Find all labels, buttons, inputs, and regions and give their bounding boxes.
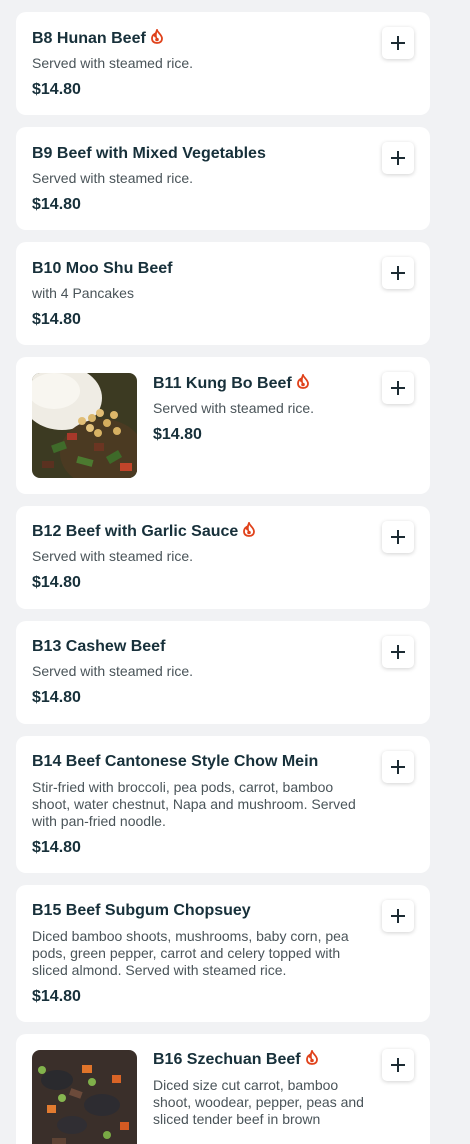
item-name: B13 Cashew Beef (32, 638, 166, 655)
menu-item-card[interactable]: B12 Beef with Garlic Sauce Served with s… (16, 506, 430, 609)
dish-photo (32, 1050, 137, 1144)
add-item-button[interactable] (382, 27, 414, 59)
plus-icon (391, 909, 405, 923)
item-price: $14.80 (32, 81, 81, 98)
add-item-button[interactable] (382, 751, 414, 783)
item-name: B16 Szechuan Beef (153, 1050, 318, 1070)
plus-icon (391, 530, 405, 544)
menu-item-card[interactable]: B14 Beef Cantonese Style Chow Mein Stir-… (16, 736, 430, 873)
menu-item-card[interactable]: B15 Beef Subgum Chopsuey Diced bamboo sh… (16, 885, 430, 1022)
item-description: with 4 Pancakes (32, 285, 134, 301)
plus-icon (391, 266, 405, 280)
plus-icon (391, 760, 405, 774)
item-price: $14.80 (32, 988, 81, 1005)
item-description: Served with steamed rice. (32, 170, 194, 186)
add-item-button[interactable] (382, 521, 414, 553)
item-price: $14.80 (153, 426, 202, 443)
menu-item-card[interactable]: B8 Hunan Beef Served with steamed rice. … (16, 12, 430, 115)
item-name: B14 Beef Cantonese Style Chow Mein (32, 753, 319, 770)
item-name: B9 Beef with Mixed Vegetables (32, 145, 266, 162)
add-item-button[interactable] (382, 900, 414, 932)
dish-photo (32, 373, 137, 478)
add-item-button[interactable] (382, 1049, 414, 1081)
menu-item-card[interactable]: B13 Cashew Beef Served with steamed rice… (16, 621, 430, 724)
item-price: $14.80 (32, 689, 81, 706)
menu-item-card[interactable]: B9 Beef with Mixed Vegetables Served wit… (16, 127, 430, 230)
flame-icon (150, 29, 163, 44)
item-description: Served with steamed rice. (32, 548, 194, 564)
item-description: Diced size cut carrot, bamboo shoot, woo… (153, 1077, 364, 1127)
menu-item-card[interactable]: B10 Moo Shu Beef with 4 Pancakes $14.80 (16, 242, 430, 345)
item-description: Served with steamed rice. (153, 400, 315, 416)
add-item-button[interactable] (382, 636, 414, 668)
menu-item-card[interactable]: B11 Kung Bo Beef Served with steamed ric… (16, 357, 430, 494)
item-price: $14.80 (32, 196, 81, 213)
add-item-button[interactable] (382, 372, 414, 404)
item-description: Stir-fried with broccoli, pea pods, carr… (32, 779, 356, 829)
item-description: Served with steamed rice. (32, 55, 194, 71)
item-name: B10 Moo Shu Beef (32, 260, 173, 277)
item-description: Served with steamed rice. (32, 663, 194, 679)
plus-icon (391, 381, 405, 395)
item-name: B11 Kung Bo Beef (153, 374, 309, 394)
plus-icon (391, 645, 405, 659)
plus-icon (391, 36, 405, 50)
add-item-button[interactable] (382, 257, 414, 289)
flame-icon (243, 522, 256, 537)
plus-icon (391, 151, 405, 165)
item-name: B12 Beef with Garlic Sauce (32, 522, 256, 542)
item-name: B15 Beef Subgum Chopsuey (32, 902, 251, 919)
menu-item-card[interactable]: B16 Szechuan Beef Diced size cut carrot,… (16, 1034, 430, 1144)
item-name: B8 Hunan Beef (32, 29, 163, 49)
item-price: $14.80 (32, 574, 81, 591)
item-description: Diced bamboo shoots, mushrooms, baby cor… (32, 928, 349, 978)
add-item-button[interactable] (382, 142, 414, 174)
item-price: $14.80 (32, 311, 81, 328)
plus-icon (391, 1058, 405, 1072)
flame-icon (305, 1050, 318, 1065)
flame-icon (296, 374, 309, 389)
item-price: $14.80 (32, 839, 81, 856)
